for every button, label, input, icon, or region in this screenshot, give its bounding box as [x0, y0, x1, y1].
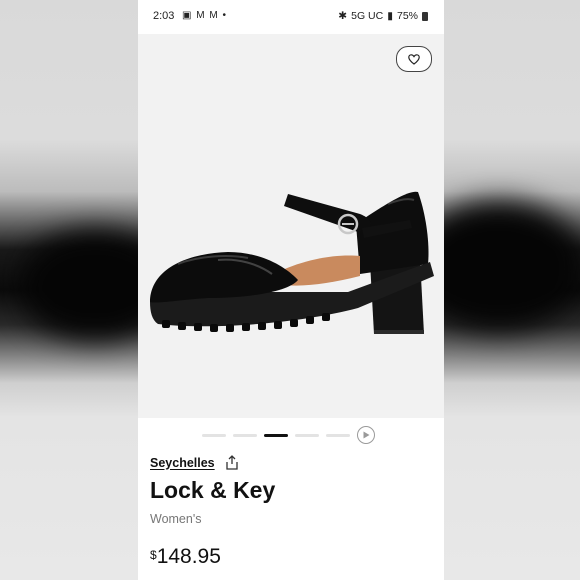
product-image[interactable] [138, 34, 444, 418]
carousel-dot-2[interactable] [233, 434, 257, 437]
heart-icon [408, 53, 420, 65]
status-bar: 2:03 ▣ M M • ✱ 5G UC ▮ 75% [138, 0, 444, 34]
carousel-dot-5[interactable] [326, 434, 350, 437]
notification-icons: ▣ M M • [182, 10, 227, 21]
signal-icon: ▮ [387, 10, 393, 22]
product-title: Lock & Key [150, 477, 276, 503]
battery-percent: 75% [396, 10, 418, 22]
blurred-background-right [444, 0, 580, 580]
video-play-button[interactable] [357, 426, 375, 444]
product-category: Women's [150, 512, 202, 526]
play-icon [363, 431, 369, 439]
carousel-dot-4[interactable] [295, 434, 319, 437]
price-currency: $ [150, 548, 157, 562]
image-carousel-indicator [138, 418, 444, 454]
product-price: $148.95 [150, 545, 221, 569]
carousel-dot-3[interactable] [264, 434, 288, 437]
price-value: 148.95 [156, 545, 221, 568]
shoe-image [150, 191, 434, 334]
bluetooth-icon: ✱ [338, 10, 348, 22]
brand-row: Seychelles [150, 455, 239, 470]
blurred-background-left [0, 0, 138, 580]
wishlist-button[interactable] [396, 46, 432, 72]
battery-icon [422, 11, 428, 21]
phone-screen: 2:03 ▣ M M • ✱ 5G UC ▮ 75% Seychelles Lo… [138, 0, 444, 580]
network-label: 5G UC [351, 10, 384, 22]
carousel-dot-1[interactable] [202, 434, 226, 437]
brand-link[interactable]: Seychelles [150, 456, 215, 470]
status-right: ✱ 5G UC ▮ 75% [338, 10, 428, 22]
status-time: 2:03 [153, 10, 175, 22]
share-icon[interactable] [225, 455, 239, 470]
